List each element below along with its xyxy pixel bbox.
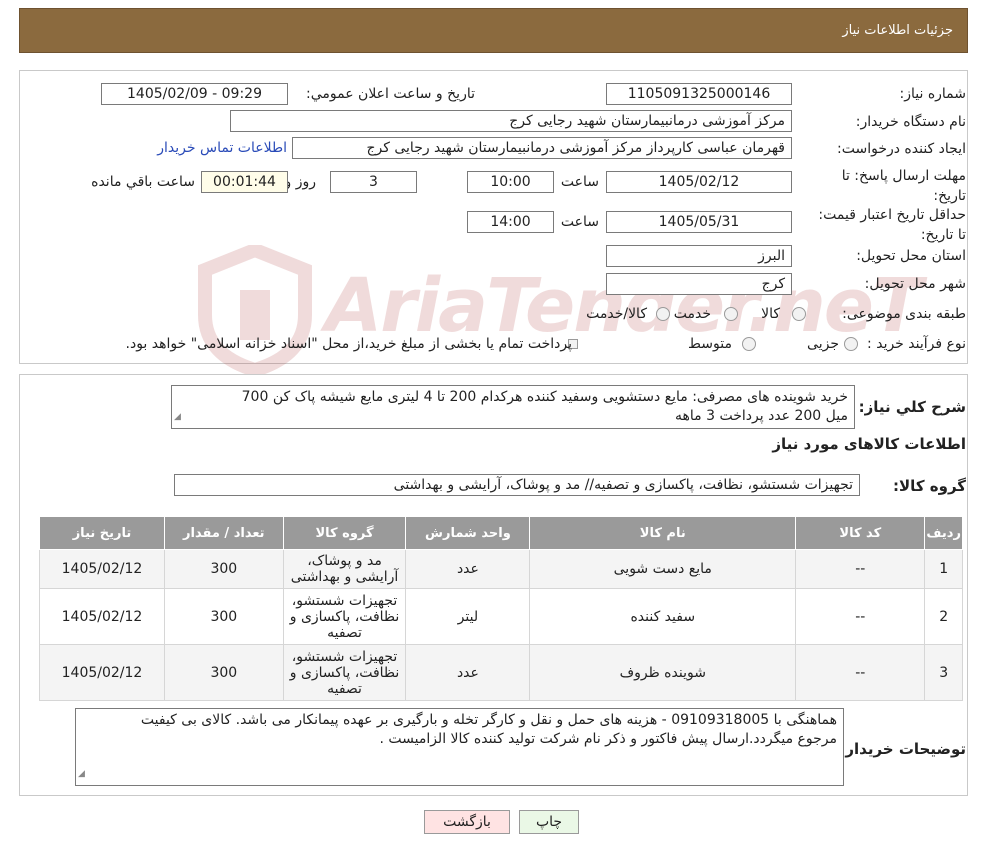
col-unit-header: واحد شمارش [405,516,531,550]
col-qty-header: تعداد / مقدار [164,516,284,550]
requester-field: قهرمان عباسی کارپرداز مرکز آموزشی درمانب… [292,137,792,159]
city-label: شهر محل تحويل: [864,276,966,292]
category-goods-radio[interactable] [792,307,806,321]
category-service-radio[interactable] [724,307,738,321]
need-number-label: شماره نیاز: [899,86,967,102]
deadline-days-field: 3 [330,171,417,193]
col-name-header: نام کالا [529,516,797,550]
cell-unit: عدد [405,549,531,589]
deadline-days-label: روز و [284,174,317,190]
description-textarea: خرید شوینده های مصرفی: مایع دستشویی وسفی… [171,385,855,429]
deadline-time-field: 10:00 [467,171,554,193]
cell-name: مایع دست شویی [529,549,797,589]
price-validity-time-field: 14:00 [467,211,554,233]
back-button[interactable]: بازگشت [424,810,510,834]
cell-name: شوینده ظروف [529,644,797,701]
city-field: کرج [606,273,792,295]
deadline-label: مهلت ارسال پاسخ: تا تاريخ: [841,168,966,204]
buyer-notes-label: توضيحات خريدار: [839,740,966,758]
cell-date: 1405/02/12 [39,588,165,645]
deadline-time-label: ساعت [560,174,599,190]
col-index-header: رديف [924,516,963,550]
treasury-note: پرداخت تمام یا بخشی از مبلغ خرید،از محل … [125,336,572,352]
description-line-2: میل 200 عدد پرداخت 3 ماهه [675,408,848,424]
resize-grip-icon: ◢ [78,769,85,779]
cell-code: -- [795,588,926,645]
cell-index: 1 [924,549,963,589]
cell-name: سفید کننده [529,588,797,645]
col-code-header: کد کالا [795,516,926,550]
category-goods-service-label: کالا/خدمت [586,306,647,322]
price-validity-date-field: 1405/05/31 [606,211,792,233]
cell-qty: 300 [164,588,284,645]
print-button[interactable]: چاپ [519,810,579,834]
remaining-time-field: 00:01:44 [201,171,288,193]
cell-index: 3 [924,644,963,701]
announce-datetime-field: 1405/02/09 - 09:29 [101,83,288,105]
cell-date: 1405/02/12 [39,644,165,701]
cell-qty: 300 [164,644,284,701]
table-row: 1 -- مایع دست شویی عدد مد و پوشاک، آرایش… [39,549,963,589]
purchase-minor-label: جزیی [807,336,839,352]
cell-code: -- [795,644,926,701]
cell-qty: 300 [164,549,284,589]
purchase-minor-radio[interactable] [844,337,858,351]
page-header: جزئیات اطلاعات نیاز [19,8,968,53]
purchase-medium-radio[interactable] [742,337,756,351]
description-line-1: خرید شوینده های مصرفی: مایع دستشویی وسفی… [241,389,848,405]
province-label: استان محل تحويل: [856,248,966,264]
category-service-label: خدمت [673,306,711,322]
cell-unit: لیتر [405,588,531,645]
requester-label: ايجاد کننده درخواست: [837,141,966,157]
category-goods-label: کالا [761,306,780,322]
cell-date: 1405/02/12 [39,549,165,589]
cell-group: مد و پوشاک، آرایشی و بهداشتی [282,549,407,589]
category-label: طبقه بندی موضوعی: [842,306,966,322]
cell-unit: عدد [405,644,531,701]
price-validity-label: حداقل تاريخ اعتبار قيمت: تا تاريخ: [818,207,966,243]
deadline-date-field: 1405/02/12 [606,171,792,193]
buyer-org-field: مرکز آموزشی درمانبیمارستان شهید رجایی کر… [230,110,792,132]
description-label: شرح کلي نياز: [858,398,966,416]
goods-group-label: گروه کالا: [893,477,966,495]
table-row: 2 -- سفید کننده لیتر تجهیزات شستشو، نظاف… [39,588,963,645]
goods-section-title: اطلاعات کالاهای مورد نیاز [772,435,966,453]
page-title: جزئیات اطلاعات نیاز [842,23,953,38]
cell-group: تجهیزات شستشو، نظافت، پاکسازی و تصفیه [282,588,407,645]
cell-code: -- [795,549,926,589]
table-header-row: رديف کد کالا نام کالا واحد شمارش گروه کا… [39,516,963,550]
col-group-header: گروه کالا [282,516,407,550]
announce-datetime-label: تاریخ و ساعت اعلان عمومي: [306,86,475,102]
purchase-type-label: نوع فرآیند خرید : [867,336,966,352]
buyer-notes-line-2: مرجوع میگردد.ارسال پیش فاکتور و ذکر نام … [379,731,837,747]
buyer-contact-link[interactable]: اطلاعات تماس خریدار [157,140,287,156]
remaining-time-label: ساعت باقي مانده [91,174,195,190]
col-date-header: تاریخ نیاز [39,516,165,550]
category-goods-service-radio[interactable] [656,307,670,321]
buyer-notes-textarea: هماهنگی با 09109318005 - هزینه های حمل و… [75,708,844,786]
purchase-medium-label: متوسط [688,336,732,352]
cell-group: تجهیزات شستشو، نظافت، پاکسازی و تصفیه [282,644,407,701]
cell-index: 2 [924,588,963,645]
province-field: البرز [606,245,792,267]
buyer-notes-line-1: هماهنگی با 09109318005 - هزینه های حمل و… [140,712,837,728]
table-row: 3 -- شوینده ظروف عدد تجهیزات شستشو، نظاف… [39,644,963,701]
need-number-field: 1105091325000146 [606,83,792,105]
items-table: رديف کد کالا نام کالا واحد شمارش گروه کا… [39,516,963,701]
buyer-org-label: نام دستگاه خريدار: [855,114,966,130]
price-validity-time-label: ساعت [560,214,599,230]
resize-grip-icon: ◢ [174,412,181,422]
goods-group-field: تجهیزات شستشو، نظافت، پاکسازی و تصفیه// … [174,474,860,496]
